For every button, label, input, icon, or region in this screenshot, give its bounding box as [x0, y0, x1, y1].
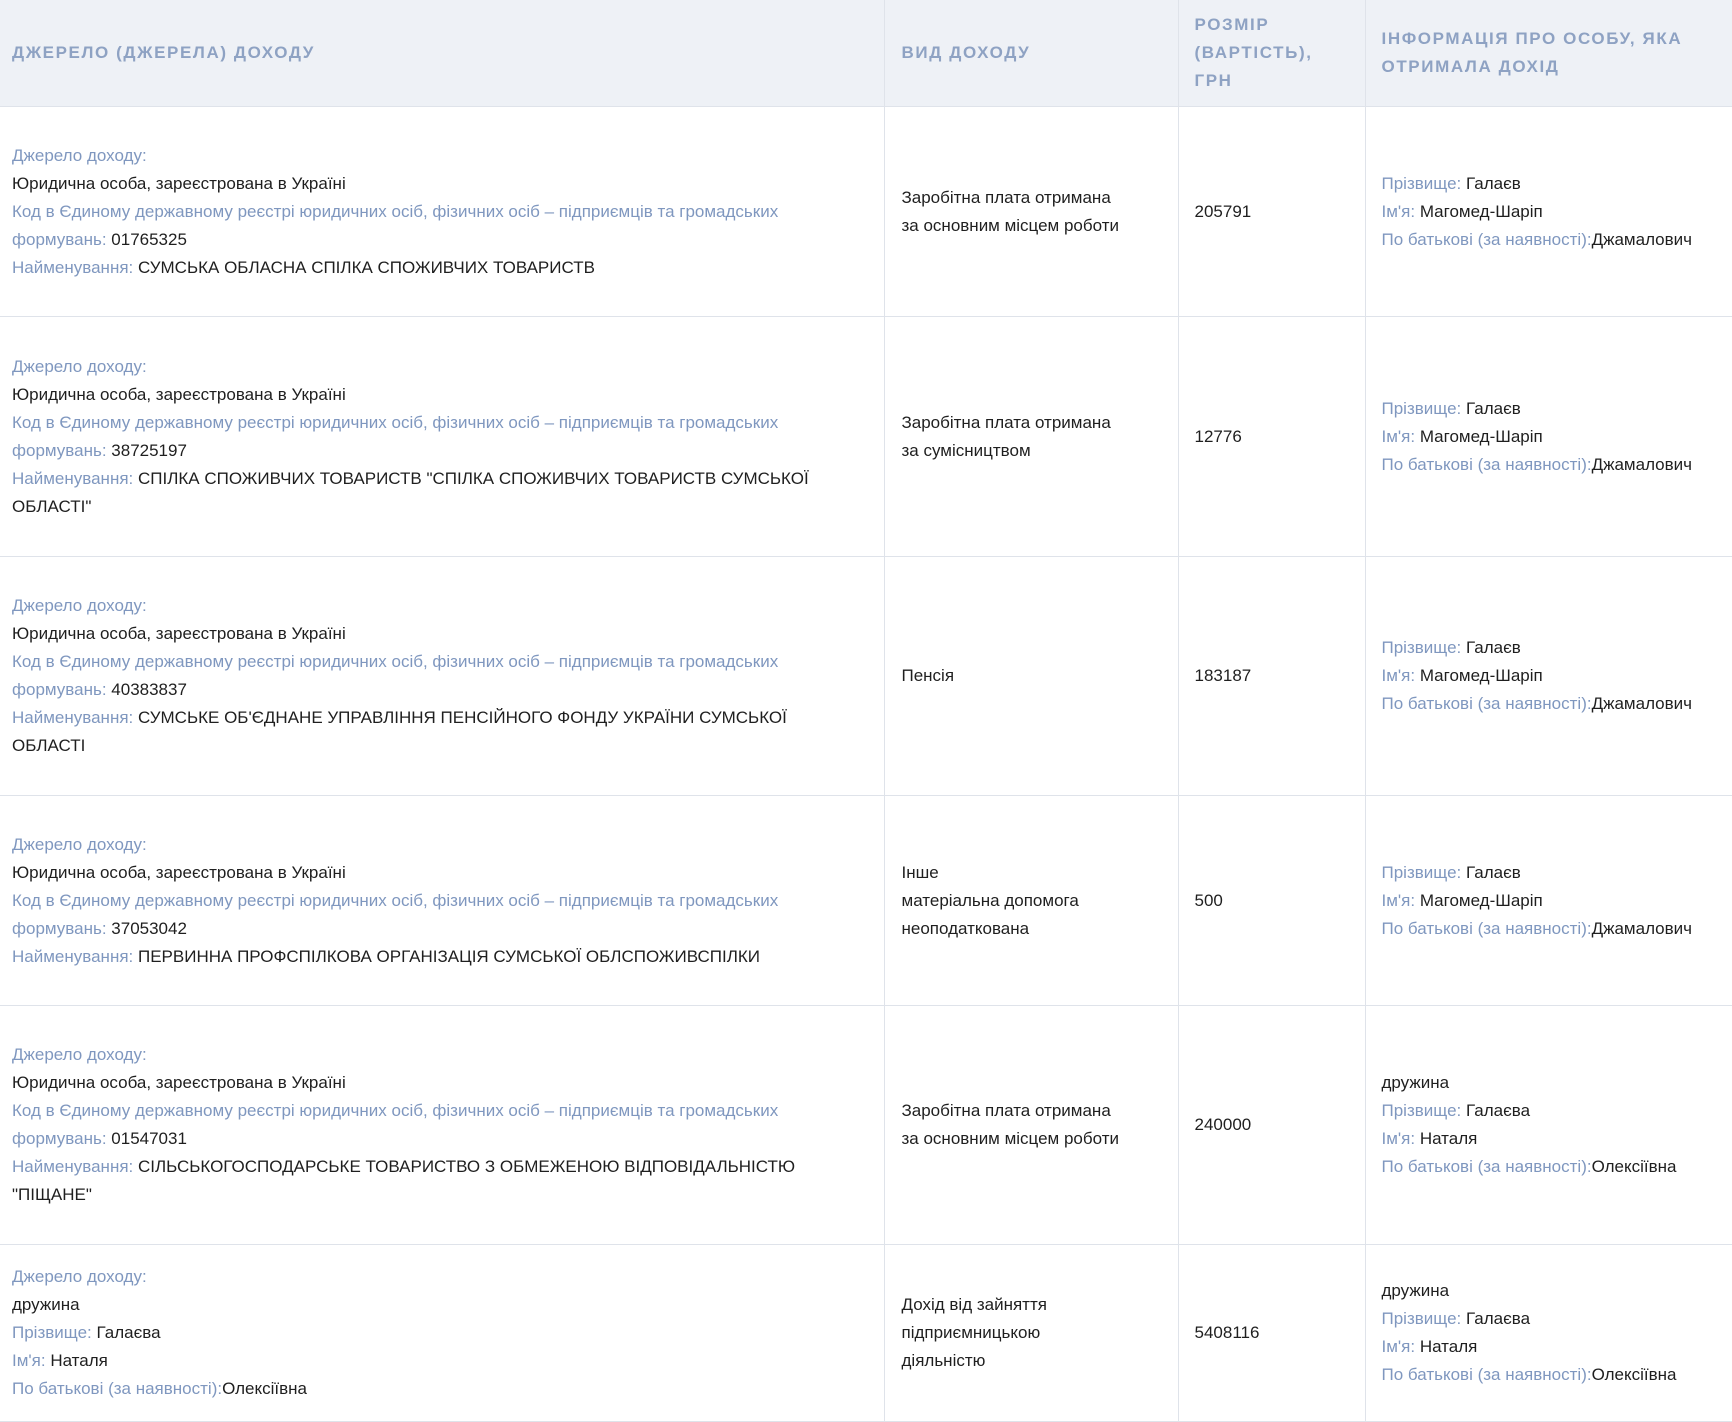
relation: дружина	[1381, 1073, 1450, 1092]
recipient-cell: дружина Прізвище: Галаєва Ім'я: Наталя П…	[1365, 1244, 1732, 1422]
recipient-cell: Прізвище: Галаєв Ім'я: Магомед-Шаріп По …	[1365, 556, 1732, 796]
source-type: Юридична особа, зареєстрована в Україні	[12, 1073, 346, 1092]
source-label: Джерело доходу:	[12, 596, 147, 615]
income-type-cell: Заробітна плата отримана за основним міс…	[884, 1005, 1179, 1245]
amount-cell: 205791	[1178, 106, 1366, 317]
source-label: Джерело доходу:	[12, 1045, 147, 1064]
registry-code-label: Код в Єдиному державному реєстрі юридичн…	[12, 412, 779, 432]
amount-cell: 5408116	[1178, 1244, 1366, 1422]
registry-code: 01765325	[111, 229, 187, 249]
income-type-cell: Інше матеріальна допомога неоподаткована	[884, 795, 1179, 1006]
amount-cell: 240000	[1178, 1005, 1366, 1245]
income-table: ДЖЕРЕЛО (ДЖЕРЕЛА) ДОХОДУ ВИД ДОХОДУ РОЗМ…	[0, 0, 1732, 1422]
table-row: Джерело доходу: Юридична особа, зареєстр…	[0, 106, 1732, 317]
recipient-cell: Прізвище: Галаєв Ім'я: Магомед-Шаріп По …	[1365, 106, 1732, 317]
table-row: Джерело доходу: Юридична особа, зареєстр…	[0, 556, 1732, 796]
column-header-recipient: ІНФОРМАЦІЯ ПРО ОСОБУ, ЯКА ОТРИМАЛА ДОХІД	[1365, 0, 1732, 107]
source-type: Юридична особа, зареєстрована в Україні	[12, 624, 346, 643]
income-source-cell: Джерело доходу: Юридична особа, зареєстр…	[0, 106, 885, 317]
relation: дружина	[12, 1295, 80, 1314]
registry-code: 01547031	[111, 1129, 187, 1148]
source-type: Юридична особа, зареєстрована в Україні	[12, 862, 346, 882]
column-header-amount: РОЗМІР (ВАРТІСТЬ), ГРН	[1178, 0, 1366, 107]
organization-name: СУМСЬКА ОБЛАСНА СПІЛКА СПОЖИВЧИХ ТОВАРИС…	[138, 257, 595, 277]
source-label: Джерело доходу:	[12, 834, 147, 854]
table-row: Джерело доходу: дружина Прізвище: Галаєв…	[0, 1244, 1732, 1422]
table-row: Джерело доходу: Юридична особа, зареєстр…	[0, 795, 1732, 1006]
income-source-cell: Джерело доходу: Юридична особа, зареєстр…	[0, 795, 885, 1006]
source-type: Юридична особа, зареєстрована в Україні	[12, 384, 346, 404]
source-label: Джерело доходу:	[12, 356, 147, 376]
amount-cell: 12776	[1178, 316, 1366, 557]
column-header-income-type: ВИД ДОХОДУ	[884, 0, 1179, 107]
income-type-cell: Пенсія	[884, 556, 1179, 796]
income-type-cell: Дохід від зайняття підприємницькою діяль…	[884, 1244, 1179, 1422]
organization-name: ПЕРВИННА ПРОФСПІЛКОВА ОРГАНІЗАЦІЯ СУМСЬК…	[138, 946, 760, 966]
registry-code-label: Код в Єдиному державному реєстрі юридичн…	[12, 1101, 779, 1120]
amount-cell: 183187	[1178, 556, 1366, 796]
recipient-cell: дружина Прізвище: Галаєва Ім'я: Наталя П…	[1365, 1005, 1732, 1245]
table-header-row: ДЖЕРЕЛО (ДЖЕРЕЛА) ДОХОДУ ВИД ДОХОДУ РОЗМ…	[0, 0, 1732, 107]
registry-code-label: Код в Єдиному державному реєстрі юридичн…	[12, 201, 779, 221]
source-label: Джерело доходу:	[12, 1267, 147, 1286]
registry-code: 38725197	[111, 440, 187, 460]
registry-code: 37053042	[111, 918, 187, 938]
registry-code: 40383837	[111, 680, 187, 699]
table-row: Джерело доходу: Юридична особа, зареєстр…	[0, 316, 1732, 557]
source-label: Джерело доходу:	[12, 145, 147, 165]
income-source-cell: Джерело доходу: Юридична особа, зареєстр…	[0, 556, 885, 796]
table-row: Джерело доходу: Юридична особа, зареєстр…	[0, 1005, 1732, 1245]
recipient-cell: Прізвище: Галаєв Ім'я: Магомед-Шаріп По …	[1365, 316, 1732, 557]
registry-code-label: Код в Єдиному державному реєстрі юридичн…	[12, 890, 779, 910]
column-header-source: ДЖЕРЕЛО (ДЖЕРЕЛА) ДОХОДУ	[0, 0, 885, 107]
recipient-cell: Прізвище: Галаєв Ім'я: Магомед-Шаріп По …	[1365, 795, 1732, 1006]
income-source-cell: Джерело доходу: Юридична особа, зареєстр…	[0, 1005, 885, 1245]
registry-code-label: Код в Єдиному державному реєстрі юридичн…	[12, 652, 779, 671]
income-type-cell: Заробітна плата отримана за сумісництвом	[884, 316, 1179, 557]
income-source-cell: Джерело доходу: дружина Прізвище: Галаєв…	[0, 1244, 885, 1422]
income-type-cell: Заробітна плата отримана за основним міс…	[884, 106, 1179, 317]
income-source-cell: Джерело доходу: Юридична особа, зареєстр…	[0, 316, 885, 557]
amount-cell: 500	[1178, 795, 1366, 1006]
relation: дружина	[1381, 1281, 1450, 1300]
source-type: Юридична особа, зареєстрована в Україні	[12, 173, 346, 193]
